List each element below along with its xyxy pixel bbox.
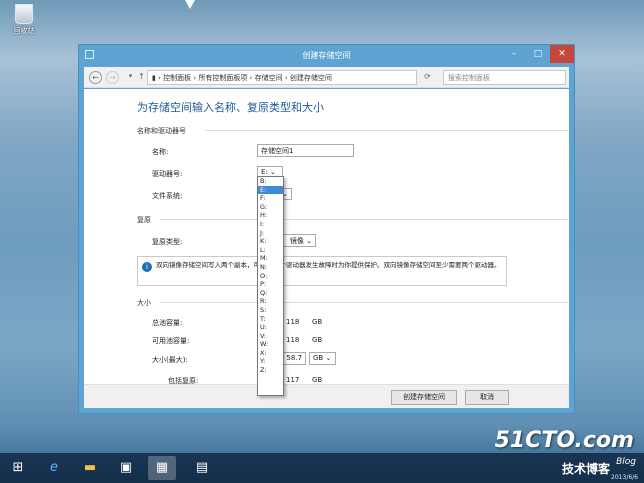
section-name-drive: 名称和驱动器号 bbox=[137, 127, 186, 135]
address-bar: ← → ▾ ↑ ▮ › 控制面板 › 所有控制面板项 › 存储空间 › 创建存储… bbox=[84, 67, 569, 88]
available-capacity-value: 118 bbox=[286, 336, 300, 344]
resiliency-type-label: 复原类型: bbox=[152, 238, 183, 246]
computer-icon[interactable]: ▣ bbox=[112, 456, 140, 480]
drive-option[interactable]: W: bbox=[258, 340, 283, 349]
minimize-button[interactable]: – bbox=[502, 45, 526, 63]
drive-option[interactable]: S: bbox=[258, 306, 283, 315]
recycle-bin-label: 回收站 bbox=[13, 27, 35, 35]
page-title: 为存储空间输入名称、复原类型和大小 bbox=[137, 101, 324, 114]
drive-letter-label: 驱动器号: bbox=[152, 170, 183, 178]
drive-option[interactable]: U: bbox=[258, 323, 283, 332]
file-system-label: 文件系统: bbox=[152, 192, 183, 200]
drive-option[interactable]: O: bbox=[258, 272, 283, 281]
footer-bar: 创建存储空间 取消 bbox=[84, 384, 569, 408]
drive-option[interactable]: M: bbox=[258, 254, 283, 263]
drive-option[interactable]: G: bbox=[258, 203, 283, 212]
title-bar[interactable]: 创建存储空间 – □ ✕ bbox=[79, 45, 574, 65]
back-arrow-icon[interactable]: ← bbox=[89, 71, 102, 84]
windows-start-icon[interactable]: ⊞ bbox=[4, 456, 32, 480]
window-title: 创建存储空间 bbox=[302, 51, 351, 60]
drive-option[interactable]: E: bbox=[258, 185, 283, 195]
drive-option[interactable]: P: bbox=[258, 280, 283, 289]
search-input[interactable]: 搜索控制面板 bbox=[443, 70, 566, 85]
including-resiliency-unit: GB bbox=[312, 376, 323, 384]
info-box: i 双向镜像存储空间写入两个副本，可以在一个驱动器发生故障时为你提供保护。双向镜… bbox=[137, 256, 507, 286]
including-resiliency-value: 117 bbox=[286, 376, 300, 384]
drive-option[interactable]: B: bbox=[258, 177, 283, 186]
file-explorer-icon[interactable]: ▬ bbox=[76, 456, 104, 480]
drive-option[interactable]: Y: bbox=[258, 357, 283, 366]
internet-explorer-icon[interactable]: e bbox=[40, 456, 68, 480]
mouse-cursor-icon bbox=[185, 0, 195, 9]
close-button[interactable]: ✕ bbox=[550, 45, 574, 63]
available-capacity-unit: GB bbox=[312, 336, 323, 344]
section-size: 大小 bbox=[137, 299, 151, 307]
taskbar: ⊞ e ▬ ▣ ▦ ▤ bbox=[0, 453, 644, 483]
total-capacity-label: 总池容量: bbox=[152, 319, 183, 327]
divider bbox=[205, 130, 568, 131]
name-label: 名称: bbox=[152, 148, 169, 156]
control-panel-icon[interactable]: ▦ bbox=[148, 456, 176, 480]
drive-option[interactable]: Q: bbox=[258, 289, 283, 298]
info-icon: i bbox=[142, 262, 152, 272]
available-capacity-label: 可用池容量: bbox=[152, 337, 190, 345]
drive-option[interactable]: F: bbox=[258, 194, 283, 203]
forward-arrow-icon[interactable]: → bbox=[106, 71, 119, 84]
watermark-date: 2013/6/6 bbox=[611, 474, 638, 481]
drive-option[interactable]: Z: bbox=[258, 366, 283, 375]
size-max-label: 大小(最大): bbox=[152, 356, 188, 364]
drive-option[interactable]: X: bbox=[258, 349, 283, 358]
refresh-icon[interactable]: ⟳ bbox=[421, 71, 434, 84]
maximize-button[interactable]: □ bbox=[526, 45, 550, 63]
breadcrumb[interactable]: ▮ › 控制面板 › 所有控制面板项 › 存储空间 › 创建存储空间 bbox=[147, 70, 417, 85]
divider bbox=[160, 219, 568, 220]
watermark-blog: Blog bbox=[616, 457, 636, 467]
total-capacity-unit: GB bbox=[312, 318, 323, 326]
including-resiliency-label: 包括复原: bbox=[168, 377, 199, 385]
app-icon[interactable]: ▤ bbox=[188, 456, 216, 480]
recycle-bin-icon bbox=[15, 4, 33, 24]
drive-option[interactable]: I: bbox=[258, 220, 283, 229]
create-storage-space-button[interactable]: 创建存储空间 bbox=[391, 390, 457, 405]
cancel-button[interactable]: 取消 bbox=[465, 390, 509, 405]
drive-option[interactable]: R: bbox=[258, 297, 283, 306]
drive-option[interactable]: N: bbox=[258, 263, 283, 272]
name-input[interactable]: 存储空间1 bbox=[257, 144, 354, 157]
drive-letter-dropdown[interactable]: B: E: F: G: H: I: J: K: L: M: N: O: P: Q: R: S: T: U: V: W:… bbox=[257, 176, 284, 396]
drive-option[interactable]: V: bbox=[258, 332, 283, 341]
size-unit-select[interactable]: GB ⌄ bbox=[309, 352, 336, 365]
total-capacity-value: 118 bbox=[286, 318, 300, 326]
drive-option[interactable]: L: bbox=[258, 246, 283, 255]
drive-option[interactable]: H: bbox=[258, 211, 283, 220]
drive-option[interactable]: J: bbox=[258, 229, 283, 238]
watermark-logo: 51CTO.com bbox=[494, 428, 634, 453]
recycle-bin[interactable]: 回收站 bbox=[8, 4, 40, 36]
divider bbox=[160, 302, 568, 303]
section-resiliency: 复原 bbox=[137, 216, 151, 224]
drive-option[interactable]: T: bbox=[258, 315, 283, 324]
watermark-brand: 技术博客 bbox=[561, 462, 610, 476]
drive-option[interactable]: K: bbox=[258, 237, 283, 246]
info-text: 双向镜像存储空间写入两个副本，可以在一个驱动器发生故障时为你提供保护。双向镜像存… bbox=[156, 261, 501, 269]
